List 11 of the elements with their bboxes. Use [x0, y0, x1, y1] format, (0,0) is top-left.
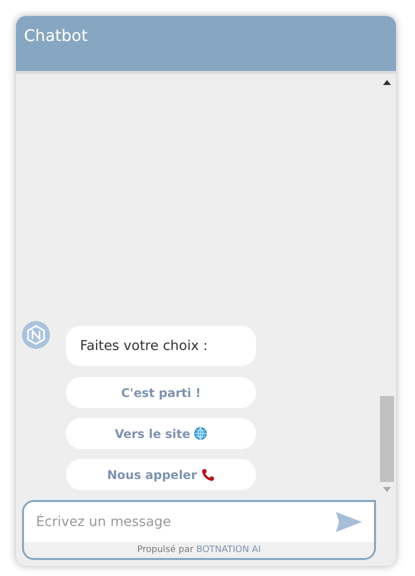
- phone-icon: [200, 468, 215, 482]
- choice-button[interactable]: C'est parti !: [66, 377, 256, 408]
- send-icon[interactable]: [336, 512, 362, 532]
- powered-by-text: Propulsé par BOTNATION AI: [137, 545, 261, 555]
- message-bubble: Faites votre choix :: [66, 326, 256, 366]
- bot-avatar-icon: [22, 321, 50, 349]
- botnation-link[interactable]: BOTNATION AI: [196, 545, 261, 555]
- choice-button[interactable]: Vers le site: [66, 418, 256, 449]
- choice-button[interactable]: Nous appeler: [66, 459, 256, 490]
- globe-icon: [194, 427, 208, 440]
- window-title: Chatbot: [24, 26, 88, 45]
